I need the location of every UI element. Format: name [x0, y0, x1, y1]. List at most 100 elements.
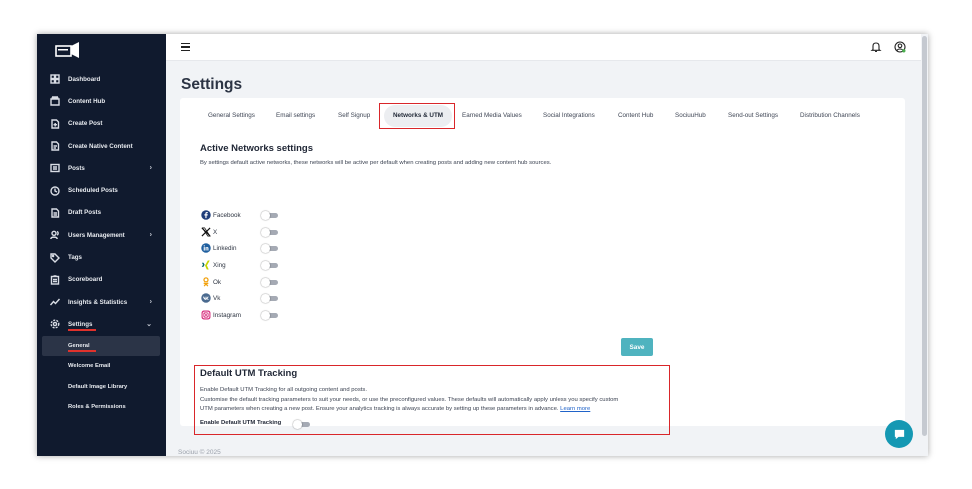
sidebar-item-label: Content Hub — [68, 97, 106, 105]
network-row-xing: Xing — [200, 258, 226, 272]
vertical-scrollbar[interactable] — [921, 34, 928, 456]
sociuu-logo-icon[interactable] — [55, 41, 81, 59]
x-icon — [200, 227, 211, 238]
tab-self-signup[interactable]: Self Signup — [338, 105, 370, 127]
clock-icon — [49, 185, 60, 196]
tab-social-integrations[interactable]: Social Integrations — [543, 105, 595, 127]
top-bar — [166, 34, 928, 61]
vk-icon — [200, 293, 211, 304]
sidebar-subitem-roles-permissions[interactable]: Roles & Permissions — [37, 397, 166, 418]
footer-copyright: Sociuu © 2025 — [178, 449, 221, 456]
dashboard-icon — [49, 74, 60, 85]
utm-title: Default UTM Tracking — [200, 368, 298, 379]
sidebar-item-users-management[interactable]: Users Management › — [37, 224, 166, 246]
sidebar-subitem-label: Welcome Email — [68, 363, 111, 370]
linkedin-icon — [200, 243, 211, 254]
sidebar-item-label: Scheduled Posts — [68, 187, 118, 195]
save-button[interactable]: Save — [621, 338, 653, 356]
page-title: Settings — [181, 76, 243, 93]
sidebar-subitem-label: General — [68, 342, 90, 349]
network-row-x: X — [200, 225, 217, 239]
network-label: Facebook — [213, 211, 241, 219]
chat-button[interactable] — [885, 420, 913, 448]
sidebar-item-label: Posts — [68, 164, 85, 172]
enable-utm-label: Enable Default UTM Tracking — [200, 420, 282, 426]
app-window: Dashboard Content Hub Create Post Create… — [37, 34, 928, 456]
network-label: Instagram — [213, 311, 241, 319]
sidebar: Dashboard Content Hub Create Post Create… — [37, 34, 166, 456]
instagram-icon — [200, 310, 211, 321]
gear-icon — [49, 319, 60, 330]
network-label: Xing — [213, 261, 226, 269]
vk-toggle[interactable] — [261, 294, 278, 303]
enable-utm-toggle[interactable] — [293, 420, 310, 429]
sidebar-item-label: Create Post — [68, 120, 103, 128]
tab-email-settings[interactable]: Email settings — [276, 105, 315, 127]
network-row-linkedin: Linkedin — [200, 241, 236, 255]
active-indicator — [68, 350, 96, 352]
sidebar-item-dashboard[interactable]: Dashboard — [37, 68, 166, 90]
sidebar-item-label: Scoreboard — [68, 276, 103, 284]
facebook-icon — [200, 210, 211, 221]
scrollbar-thumb[interactable] — [922, 36, 927, 436]
network-row-ok: Ok — [200, 275, 221, 289]
user-account-icon[interactable] — [894, 41, 906, 53]
hamburger-menu-icon[interactable] — [181, 43, 190, 52]
clipboard-icon — [49, 274, 60, 285]
sidebar-item-create-native-content[interactable]: Create Native Content — [37, 135, 166, 157]
network-label: X — [213, 228, 218, 236]
xing-icon — [200, 260, 211, 271]
linkedin-toggle[interactable] — [261, 244, 278, 253]
sidebar-item-label: Dashboard — [68, 75, 101, 83]
tab-distribution-channels[interactable]: Distribution Channels — [800, 105, 860, 127]
tab-sociuuhub[interactable]: SociuuHub — [675, 105, 706, 127]
chevron-right-icon[interactable]: › — [150, 232, 152, 239]
network-label: Linkedin — [213, 244, 237, 252]
sidebar-item-posts[interactable]: Posts › — [37, 157, 166, 179]
file-plus-icon — [49, 118, 60, 129]
facebook-toggle[interactable] — [261, 211, 278, 220]
tab-send-out-settings[interactable]: Send-out Settings — [728, 105, 778, 127]
ok-toggle[interactable] — [261, 278, 278, 287]
learn-more-link[interactable]: Learn more — [560, 406, 590, 412]
file-edit-icon — [49, 141, 60, 152]
network-row-vk: Vk — [200, 291, 220, 305]
posts-icon — [49, 163, 60, 174]
sidebar-item-label: Tags — [68, 254, 82, 262]
highlight-box — [379, 103, 455, 129]
ok-icon — [200, 277, 211, 288]
instagram-toggle[interactable] — [261, 311, 278, 320]
sidebar-subitem-label: Roles & Permissions — [68, 404, 126, 411]
tab-general-settings[interactable]: General Settings — [208, 105, 255, 127]
sidebar-item-content-hub[interactable]: Content Hub — [37, 90, 166, 112]
x-toggle[interactable] — [261, 228, 278, 237]
chevron-down-icon[interactable]: ⌄ — [146, 320, 152, 328]
network-label: Vk — [213, 294, 221, 302]
active-networks-description: By settings default active networks, the… — [200, 160, 552, 166]
tab-earned-media-values[interactable]: Earned Media Values — [462, 105, 522, 127]
chevron-right-icon[interactable]: › — [150, 299, 152, 306]
tab-content-hub[interactable]: Content Hub — [618, 105, 653, 127]
active-networks-title: Active Networks settings — [200, 143, 313, 154]
sidebar-item-settings[interactable]: Settings ⌄ — [37, 313, 166, 335]
sidebar-subitem-general[interactable]: General — [42, 335, 160, 357]
sidebar-item-scoreboard[interactable]: Scoreboard — [37, 269, 166, 291]
sidebar-item-tags[interactable]: Tags — [37, 246, 166, 268]
network-row-facebook: Facebook — [200, 208, 241, 222]
draft-icon — [49, 207, 60, 218]
bell-icon[interactable] — [870, 41, 882, 53]
chart-line-icon — [49, 297, 60, 308]
tag-icon — [49, 252, 60, 263]
sidebar-subitem-default-image-library[interactable]: Default Image Library — [37, 377, 166, 398]
chevron-right-icon[interactable]: › — [150, 165, 152, 172]
sidebar-subitem-welcome-email[interactable]: Welcome Email — [37, 356, 166, 377]
utm-description-line: Enable Default UTM Tracking for all outg… — [200, 387, 367, 393]
utm-description-line: UTM parameters when creating a new post.… — [200, 405, 670, 415]
xing-toggle[interactable] — [261, 261, 278, 270]
sidebar-item-draft-posts[interactable]: Draft Posts — [37, 202, 166, 224]
network-row-instagram: Instagram — [200, 308, 241, 322]
sidebar-item-scheduled-posts[interactable]: Scheduled Posts — [37, 179, 166, 201]
sidebar-item-create-post[interactable]: Create Post — [37, 113, 166, 135]
sidebar-item-insights-statistics[interactable]: Insights & Statistics › — [37, 291, 166, 313]
utm-description: Enable Default UTM Tracking for all outg… — [200, 386, 670, 415]
